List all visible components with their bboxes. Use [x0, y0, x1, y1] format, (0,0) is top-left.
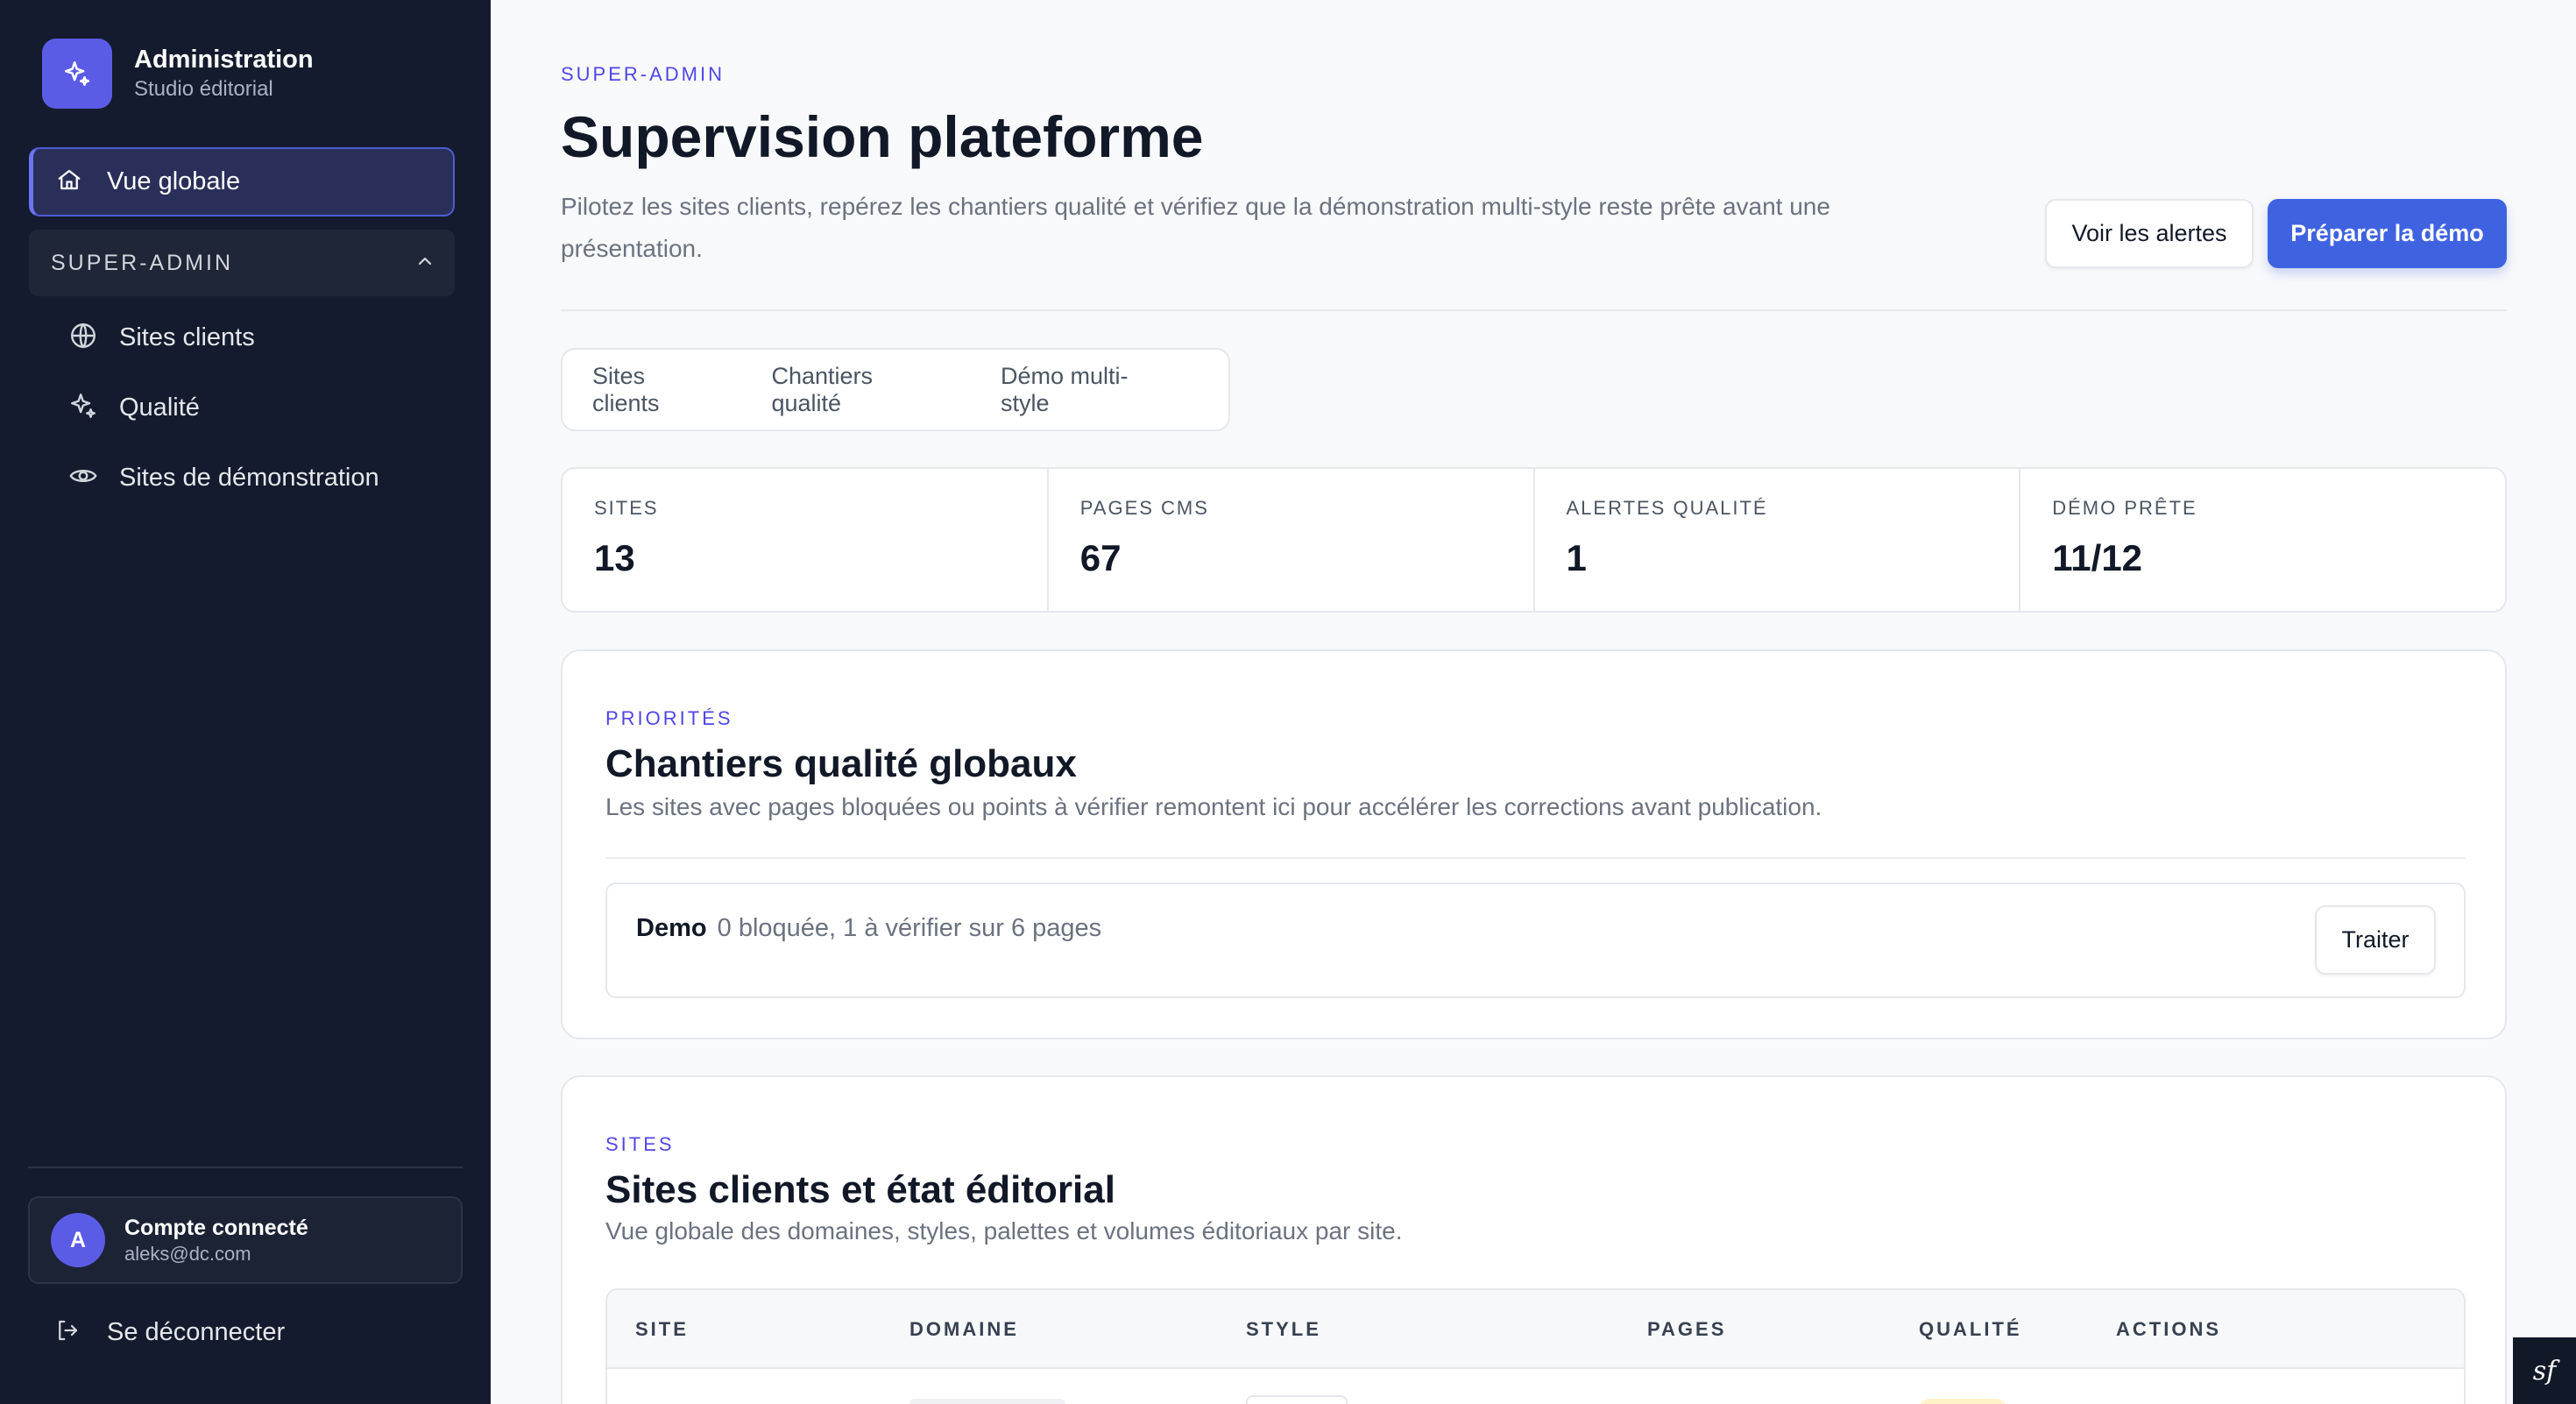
section-divider [605, 857, 2466, 859]
stat-label: ALERTES QUALITÉ [1566, 497, 1768, 519]
table-header: SITE DOMAINE STYLE PAGES QUALITÉ ACTIONS [607, 1290, 2464, 1369]
sidebar-item-label: Qualité [119, 393, 200, 422]
sparkle-icon [42, 39, 112, 109]
logout-button[interactable]: Se déconnecter [54, 1310, 285, 1354]
sidebar: Administration Studio éditorial Vue glob… [0, 0, 491, 1404]
brand-subtitle: Studio éditorial [134, 77, 273, 101]
stat-value: 13 [594, 537, 635, 578]
stat-pages-cms: PAGES CMS 67 [1049, 469, 1535, 611]
stat-label: DÉMO PRÊTE [2052, 497, 2197, 519]
chevron-up-icon [414, 251, 435, 276]
eye-icon [68, 461, 98, 495]
sites-card: SITES Sites clients et état éditorial Vu… [561, 1075, 2507, 1404]
stat-label: PAGES CMS [1079, 497, 1209, 519]
prepare-demo-button[interactable]: Préparer la démo [2268, 199, 2507, 268]
page-title: Supervision plateforme [561, 104, 1204, 169]
avatar: A [51, 1213, 105, 1267]
tab-sites-clients[interactable]: Sites clients [592, 363, 715, 417]
account-name: Compte connecté [124, 1216, 308, 1240]
column-header-actions[interactable]: ACTIONS [2116, 1318, 2221, 1341]
section-eyebrow: SITES [605, 1133, 675, 1155]
home-icon [56, 167, 82, 197]
symfony-toolbar-icon[interactable]: sf [2513, 1337, 2576, 1404]
sidebar-item-sites-demonstration[interactable]: Sites de démonstration [68, 456, 379, 500]
treat-button[interactable]: Traiter [2315, 905, 2436, 975]
sidebar-item-sites-clients[interactable]: Sites clients [68, 316, 255, 359]
sidebar-item-label: Sites clients [119, 323, 255, 351]
stat-value: 11/12 [2052, 537, 2143, 578]
sidebar-item-label: Sites de démonstration [119, 463, 379, 492]
stat-sites: SITES 13 [563, 469, 1049, 611]
priority-row: Demo 0 bloquée, 1 à vérifier sur 6 pages… [605, 883, 2466, 998]
sidebar-item-vue-globale[interactable]: Vue globale [29, 147, 455, 216]
section-title: Sites clients et état éditorial [605, 1168, 1115, 1211]
stats-panel: SITES 13 PAGES CMS 67 ALERTES QUALITÉ 1 … [561, 467, 2507, 613]
priority-site-name: Demo [636, 914, 707, 942]
domain-chip [909, 1399, 1065, 1404]
view-alerts-button[interactable]: Voir les alertes [2045, 199, 2254, 268]
column-header-domaine[interactable]: DOMAINE [909, 1318, 1019, 1341]
tab-chantiers-qualite[interactable]: Chantiers qualité [771, 363, 945, 417]
quality-badge [1919, 1399, 2006, 1404]
account-card[interactable]: A Compte connecté aleks@dc.com [28, 1196, 463, 1284]
sidebar-group-label: SUPER-ADMIN [51, 250, 234, 275]
logout-icon [54, 1317, 81, 1348]
brand[interactable]: Administration Studio éditorial [42, 39, 314, 109]
logout-label: Se déconnecter [107, 1317, 286, 1346]
sidebar-group-super-admin[interactable]: SUPER-ADMIN [29, 230, 455, 296]
sidebar-divider [28, 1166, 463, 1168]
sidebar-item-qualite[interactable]: Qualité [68, 386, 200, 429]
stat-demo-prete: DÉMO PRÊTE 11/12 [2020, 469, 2505, 611]
stat-label: SITES [594, 497, 659, 519]
sites-table: SITE DOMAINE STYLE PAGES QUALITÉ ACTIONS [605, 1288, 2466, 1404]
column-header-style[interactable]: STYLE [1246, 1318, 1321, 1341]
header-divider [561, 309, 2507, 311]
stat-value: 1 [1566, 537, 1587, 578]
section-description: Vue globale des domaines, styles, palett… [605, 1217, 1403, 1244]
stat-alertes-qualite: ALERTES QUALITÉ 1 [1535, 469, 2021, 611]
account-email: aleks@dc.com [124, 1243, 251, 1265]
priority-site-info: 0 bloquée, 1 à vérifier sur 6 pages [717, 914, 1102, 942]
column-header-site[interactable]: SITE [635, 1318, 689, 1341]
style-chip [1246, 1395, 1348, 1404]
tab-bar: Sites clients Chantiers qualité Démo mul… [561, 348, 1230, 431]
section-description: Les sites avec pages bloquées ou points … [605, 793, 1822, 820]
column-header-pages[interactable]: PAGES [1647, 1318, 1726, 1341]
section-eyebrow: PRIORITÉS [605, 707, 733, 729]
page-description: Pilotez les sites clients, repérez les c… [561, 193, 1830, 262]
brand-title: Administration [134, 46, 314, 74]
sidebar-item-label: Vue globale [107, 167, 241, 195]
page-eyebrow: SUPER-ADMIN [561, 63, 725, 85]
column-header-qualite[interactable]: QUALITÉ [1919, 1318, 2022, 1341]
tab-demo-multi-style[interactable]: Démo multi-style [1001, 363, 1172, 417]
priorities-card: PRIORITÉS Chantiers qualité globaux Les … [561, 649, 2507, 1039]
stat-value: 67 [1079, 537, 1122, 578]
globe-icon [68, 321, 98, 355]
section-title: Chantiers qualité globaux [605, 742, 1077, 785]
sparkle-icon [68, 391, 98, 425]
